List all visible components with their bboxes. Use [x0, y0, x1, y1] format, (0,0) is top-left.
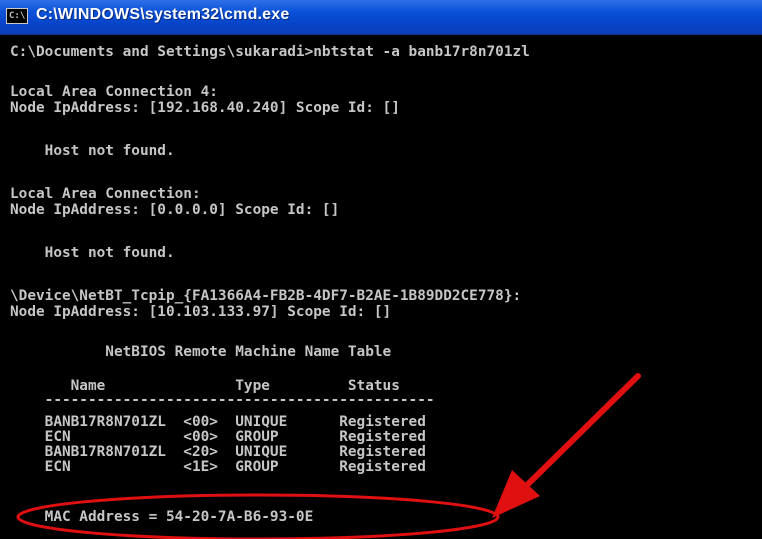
table-title: NetBIOS Remote Machine Name Table	[10, 344, 392, 360]
window-title-bar[interactable]: C:\ C:\WINDOWS\system32\cmd.exe	[0, 0, 762, 35]
block1-header: Local Area Connection 4:	[10, 84, 218, 100]
command-line: C:\Documents and Settings\sukaradi>nbtst…	[10, 44, 530, 60]
block2-header: Local Area Connection:	[10, 186, 201, 202]
block1-message: Host not found.	[10, 143, 175, 159]
block2-message: Host not found.	[10, 245, 175, 261]
window-title: C:\WINDOWS\system32\cmd.exe	[36, 6, 290, 23]
cmd-window-icon[interactable]: C:\	[6, 8, 28, 24]
table-rule: ----------------------------------------…	[10, 392, 435, 408]
block3-node-ip: Node IpAddress: [10.103.133.97] Scope Id…	[10, 304, 392, 320]
block3-device-header: \Device\NetBT_Tcpip_{FA1366A4-FB2B-4DF7-…	[10, 288, 522, 304]
block2-node-ip: Node IpAddress: [0.0.0.0] Scope Id: []	[10, 202, 340, 218]
cmd-icon-glyph: C:\	[9, 11, 26, 21]
table-row: ECN <1E> GROUP Registered	[10, 459, 426, 475]
block1-node-ip: Node IpAddress: [192.168.40.240] Scope I…	[10, 100, 400, 116]
mac-address-line: MAC Address = 54-20-7A-B6-93-0E	[10, 509, 314, 525]
